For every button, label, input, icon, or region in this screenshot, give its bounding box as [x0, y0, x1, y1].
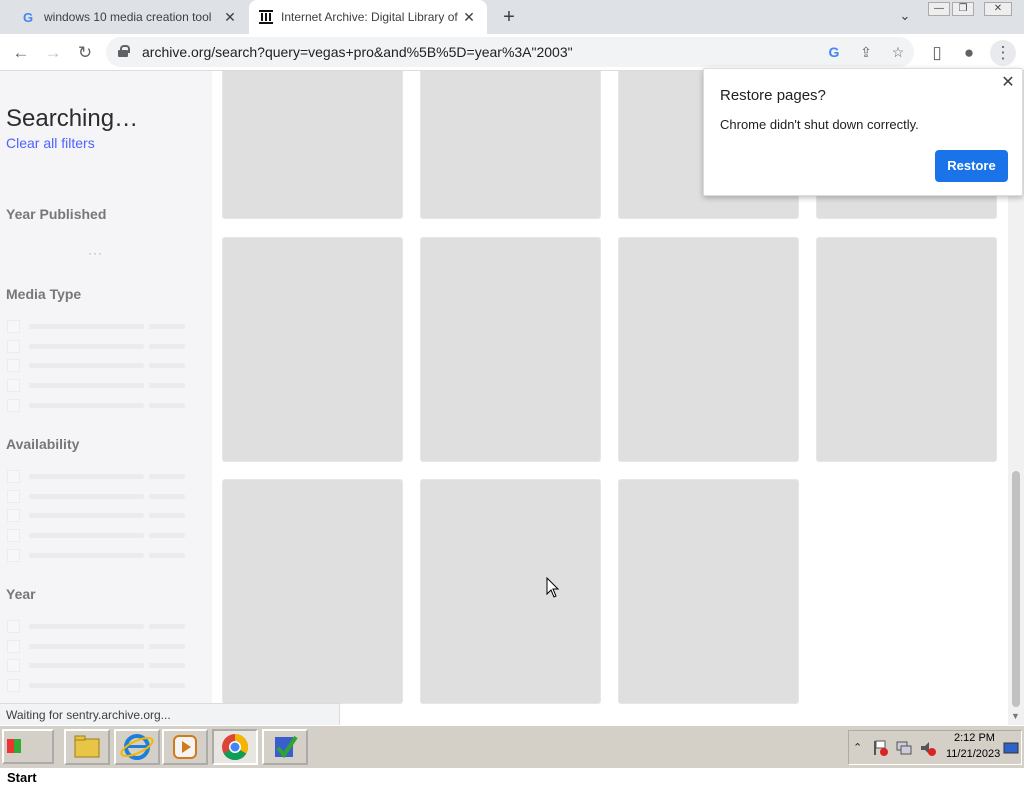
forward-arrow-icon[interactable]: → — [40, 40, 66, 66]
tab-title: Internet Archive: Digital Library of Fre… — [281, 10, 461, 24]
scrollbar-thumb[interactable] — [1012, 471, 1020, 707]
windows-flag-icon — [7, 739, 21, 753]
mouse-cursor-icon — [546, 577, 560, 598]
tab-strip: G windows 10 media creation tool ✕ Inter… — [0, 0, 1024, 34]
facet-skeleton-row — [7, 398, 187, 412]
internet-explorer-icon[interactable] — [114, 729, 160, 765]
result-card-placeholder[interactable] — [420, 71, 601, 219]
close-icon[interactable]: ✕ — [998, 73, 1018, 93]
new-tab-button[interactable]: + — [498, 6, 520, 28]
facet-skeleton-row — [7, 528, 187, 542]
facet-skeleton-row — [7, 358, 187, 372]
profile-avatar-icon[interactable]: ● — [956, 40, 982, 66]
tab-search-chevron-icon[interactable]: ⌄ — [896, 8, 914, 26]
clock-date[interactable]: 11/21/2023 — [946, 748, 1000, 760]
network-icon[interactable] — [895, 739, 913, 757]
start-button[interactable]: Start — [2, 729, 54, 785]
result-card-placeholder[interactable] — [420, 479, 601, 704]
reload-icon[interactable]: ↻ — [72, 40, 98, 66]
status-bar: Waiting for sentry.archive.org... — [0, 703, 340, 725]
tab-windows-media-tool[interactable]: G windows 10 media creation tool ✕ — [10, 0, 248, 34]
facet-skeleton-row — [7, 508, 187, 522]
address-bar[interactable]: archive.org/search?query=vegas+pro&and%5… — [106, 37, 914, 67]
facet-skeleton-row — [7, 469, 187, 483]
internet-archive-icon — [259, 10, 273, 24]
windows-taskbar: Start ⌃ — [0, 725, 1024, 785]
app-checkmark-icon[interactable] — [262, 729, 308, 765]
restore-window-button[interactable]: ❐ — [952, 2, 974, 16]
browser-toolbar: ← → ↻ archive.org/search?query=vegas+pro… — [0, 34, 1024, 71]
facet-skeleton-row — [7, 658, 187, 672]
result-card-placeholder[interactable] — [222, 479, 403, 704]
action-center-flag-icon[interactable] — [871, 739, 889, 757]
restore-button[interactable]: Restore — [935, 150, 1008, 182]
tray-expand-chevron-icon[interactable]: ⌃ — [853, 741, 862, 754]
facet-skeleton-row — [7, 678, 187, 692]
url-text: archive.org/search?query=vegas+pro&and%5… — [142, 44, 573, 60]
result-card-placeholder[interactable] — [420, 237, 601, 462]
close-tab-icon[interactable]: ✕ — [461, 9, 477, 26]
result-card-placeholder[interactable] — [222, 237, 403, 462]
close-tab-icon[interactable]: ✕ — [222, 9, 238, 26]
bookmark-star-icon[interactable]: ☆ — [888, 42, 908, 62]
lock-icon[interactable] — [118, 45, 130, 57]
side-panel-icon[interactable]: ▯ — [924, 40, 950, 66]
tab-internet-archive[interactable]: Internet Archive: Digital Library of Fre… — [249, 0, 487, 34]
facet-skeleton-row — [7, 339, 187, 353]
media-player-icon[interactable] — [162, 729, 208, 765]
clock-time[interactable]: 2:12 PM — [954, 732, 995, 744]
show-desktop-icon[interactable] — [1003, 740, 1019, 756]
scroll-down-arrow-icon[interactable]: ▼ — [1011, 711, 1020, 721]
facet-skeleton-row — [7, 619, 187, 633]
facet-title-media-type: Media Type — [6, 286, 82, 302]
result-card-placeholder[interactable] — [816, 237, 997, 462]
result-card-placeholder[interactable] — [618, 479, 799, 704]
dialog-title: Restore pages? — [720, 87, 826, 104]
result-card-placeholder[interactable] — [222, 71, 403, 219]
google-lens-icon[interactable]: G — [824, 42, 844, 62]
file-explorer-icon[interactable] — [64, 729, 110, 765]
search-filters-sidebar: Searching… Clear all filters Year Publis… — [0, 71, 212, 725]
dialog-message: Chrome didn't shut down correctly. — [720, 117, 919, 132]
volume-muted-icon[interactable] — [919, 739, 937, 757]
restore-pages-dialog: Restore pages? Chrome didn't shut down c… — [703, 68, 1023, 196]
facet-skeleton-row — [7, 639, 187, 653]
facet-title-year-published: Year Published — [6, 206, 107, 222]
result-card-placeholder[interactable] — [618, 237, 799, 462]
minimize-window-button[interactable]: — — [928, 2, 950, 16]
facet-skeleton-row — [7, 378, 187, 392]
clear-all-filters-link[interactable]: Clear all filters — [6, 135, 95, 151]
loading-indicator: ··· — [88, 246, 103, 260]
close-window-button[interactable]: ✕ — [984, 2, 1012, 16]
tab-title: windows 10 media creation tool — [44, 10, 212, 24]
facet-skeleton-row — [7, 548, 187, 562]
facet-title-year: Year — [6, 586, 36, 602]
share-icon[interactable]: ⇪ — [856, 42, 876, 62]
google-icon: G — [22, 9, 34, 25]
facet-skeleton-row — [7, 489, 187, 503]
searching-heading: Searching… — [6, 105, 139, 132]
facet-title-availability: Availability — [6, 436, 80, 452]
chrome-icon[interactable] — [212, 729, 258, 765]
facet-skeleton-row — [7, 319, 187, 333]
start-label: Start — [7, 770, 37, 785]
back-arrow-icon[interactable]: ← — [8, 40, 34, 66]
chrome-menu-icon[interactable]: ⋮ — [990, 40, 1016, 66]
